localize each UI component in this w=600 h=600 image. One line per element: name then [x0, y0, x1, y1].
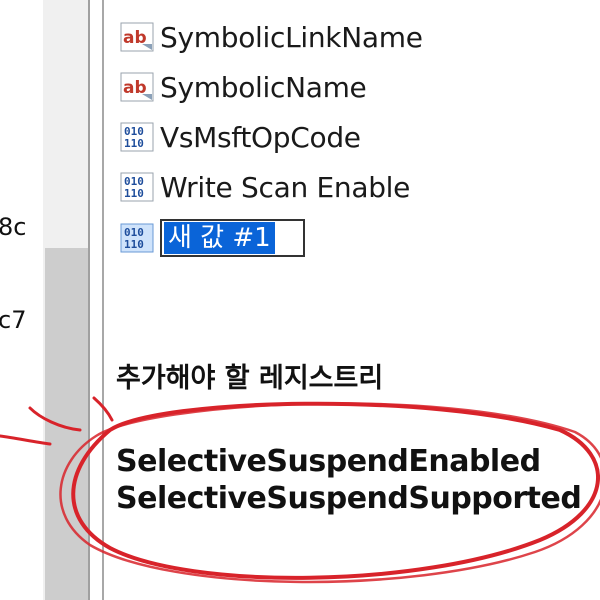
annotation-registry-name: SelectiveSuspendEnabled [116, 444, 541, 479]
svg-text:110: 110 [124, 137, 144, 150]
value-name: SymbolicLinkName [160, 20, 423, 54]
svg-text:110: 110 [124, 187, 144, 200]
svg-text:ab: ab [123, 78, 147, 98]
key-tree-pane[interactable]: 8c c7 [0, 0, 43, 600]
list-item[interactable]: ab SymbolicName [120, 67, 367, 107]
scrollbar-thumb[interactable] [45, 248, 88, 600]
value-list: ab SymbolicLinkName ab SymbolicName 010 … [104, 0, 600, 330]
value-name: VsMsftOpCode [160, 120, 361, 154]
binary-value-icon: 010 110 [120, 172, 154, 202]
svg-text:110: 110 [124, 238, 144, 251]
rename-input[interactable]: 새 값 #1 [160, 219, 305, 257]
binary-value-icon: 010 110 [120, 122, 154, 152]
value-name: Write Scan Enable [160, 170, 411, 204]
pane-splitter[interactable] [90, 0, 102, 600]
list-item-new-value[interactable]: 010 110 새 값 #1 [120, 218, 305, 258]
list-item[interactable]: 010 110 VsMsftOpCode [120, 117, 361, 157]
tree-item-fragment[interactable]: c7 [0, 306, 26, 334]
string-value-icon: ab [120, 22, 154, 52]
tree-item-fragment[interactable]: 8c [0, 213, 26, 241]
annotation-registry-name: SelectiveSuspendSupported [116, 481, 582, 516]
list-item[interactable]: ab SymbolicLinkName [120, 17, 423, 57]
annotation-title: 추가해야 할 레지스트리 [116, 363, 384, 394]
value-name: SymbolicName [160, 70, 367, 104]
rename-input-selected-text[interactable]: 새 값 #1 [164, 222, 275, 254]
string-value-icon: ab [120, 72, 154, 102]
list-item[interactable]: 010 110 Write Scan Enable [120, 167, 410, 207]
binary-value-icon: 010 110 [120, 223, 154, 253]
svg-text:ab: ab [123, 28, 147, 48]
